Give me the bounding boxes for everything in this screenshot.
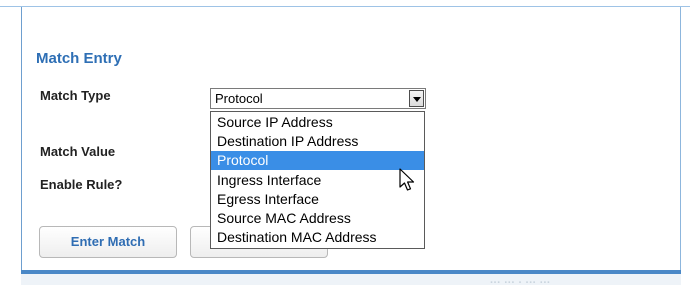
match-type-select[interactable]: Protocol xyxy=(210,88,426,109)
dropdown-option-egress-interface[interactable]: Egress Interface xyxy=(211,190,424,209)
enable-rule-label: Enable Rule? xyxy=(40,177,123,192)
chevron-down-icon[interactable] xyxy=(409,90,424,107)
dropdown-option-ingress-interface[interactable]: Ingress Interface xyxy=(211,171,424,190)
mouse-pointer-icon xyxy=(399,168,415,191)
match-type-label: Match Type xyxy=(40,88,111,103)
dropdown-option-protocol[interactable]: Protocol xyxy=(211,151,424,170)
app-stage: Match Entry Match Type Match Value Enabl… xyxy=(0,0,690,285)
dropdown-option-source-ip[interactable]: Source IP Address xyxy=(211,113,424,132)
footer-ghost-text: ... ... . ... ... xyxy=(490,274,551,285)
dropdown-option-destination-mac[interactable]: Destination MAC Address xyxy=(211,228,424,247)
enter-match-button[interactable]: Enter Match xyxy=(39,226,177,258)
dropdown-option-destination-ip[interactable]: Destination IP Address xyxy=(211,132,424,151)
footer-strip xyxy=(21,274,681,285)
match-value-label: Match Value xyxy=(40,144,116,159)
section-title: Match Entry xyxy=(36,50,122,67)
dropdown-option-source-mac[interactable]: Source MAC Address xyxy=(211,209,424,228)
match-type-selected-value: Protocol xyxy=(215,91,263,106)
match-type-dropdown-list: Source IP Address Destination IP Address… xyxy=(210,111,425,249)
